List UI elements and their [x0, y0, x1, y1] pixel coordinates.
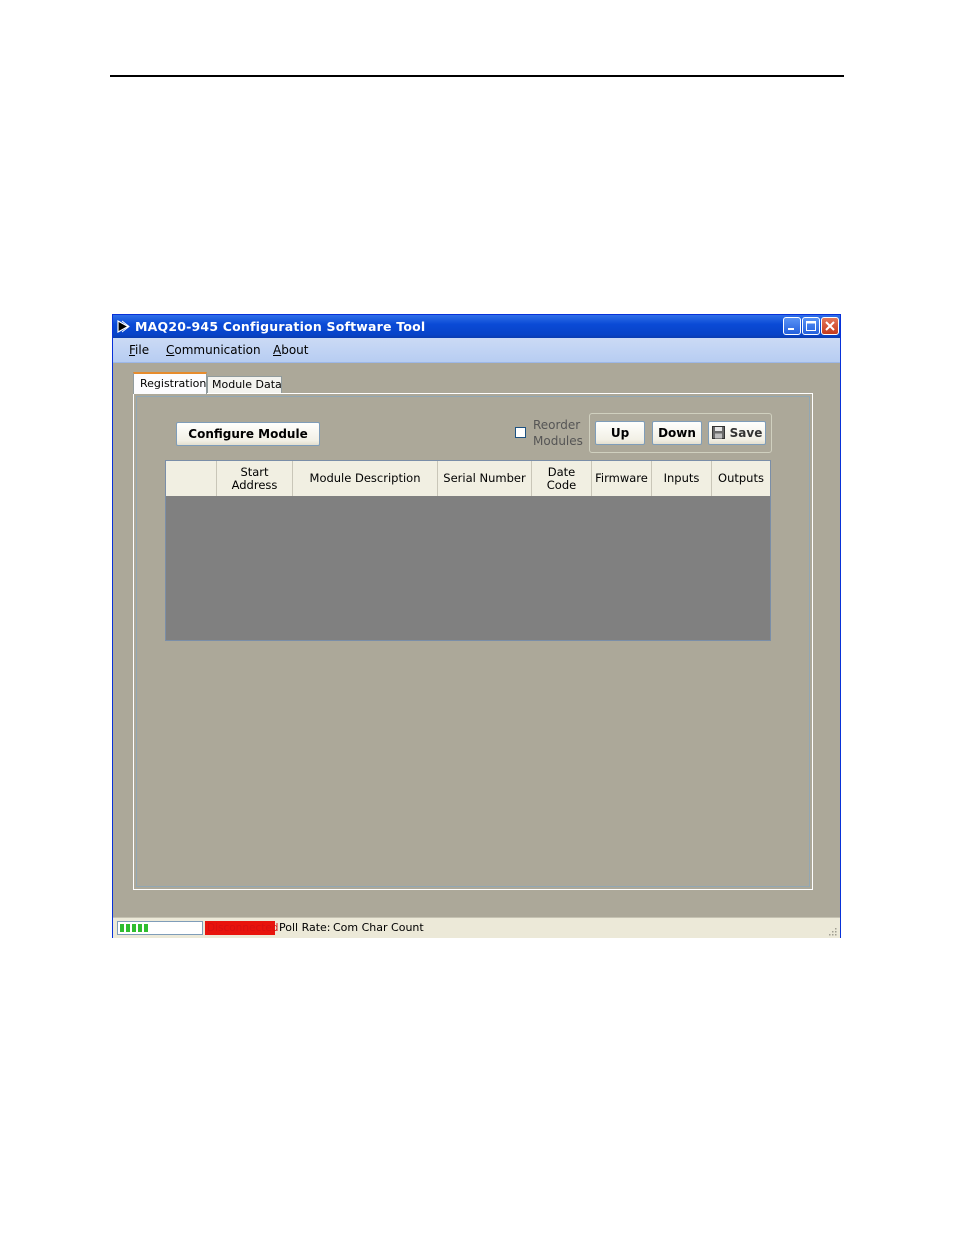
maximize-button[interactable] [802, 317, 820, 335]
close-icon [825, 321, 835, 331]
page-top-rule [110, 75, 844, 77]
app-icon [117, 320, 130, 333]
window-title: MAQ20-945 Configuration Software Tool [135, 319, 426, 334]
poll-rate-label: Poll Rate: [279, 921, 331, 934]
maximize-icon [806, 321, 816, 331]
reorder-modules-label: Reorder Modules [533, 418, 583, 448]
col-serial-number[interactable]: Serial Number [438, 461, 532, 496]
col-outputs[interactable]: Outputs [712, 461, 770, 496]
title-bar[interactable]: MAQ20-945 Configuration Software Tool [113, 315, 840, 338]
down-button[interactable]: Down [652, 421, 702, 445]
save-button[interactable]: Save [708, 421, 766, 445]
minimize-button[interactable] [783, 317, 801, 335]
up-button[interactable]: Up [595, 421, 645, 445]
connection-status: Disconnected [205, 921, 279, 935]
floppy-disk-icon [711, 426, 725, 439]
app-window: MAQ20-945 Configuration Software Tool Fi… [112, 314, 841, 938]
menu-communication[interactable]: Communication [166, 343, 261, 357]
col-start-address[interactable]: Start Address [217, 461, 293, 496]
menu-file[interactable]: File [129, 343, 149, 357]
col-inputs[interactable]: Inputs [652, 461, 712, 496]
menu-bar: File Communication About [113, 338, 840, 363]
row-header-column[interactable] [166, 461, 217, 496]
status-bar: Disconnected Poll Rate: Com Char Count [113, 917, 840, 938]
reorder-modules-checkbox[interactable] [515, 427, 526, 438]
col-firmware[interactable]: Firmware [592, 461, 652, 496]
configure-module-button[interactable]: Configure Module [176, 422, 320, 446]
col-date-code[interactable]: Date Code [532, 461, 592, 496]
modules-grid[interactable]: Start Address Module Description Serial … [165, 460, 771, 641]
col-module-description[interactable]: Module Description [293, 461, 438, 496]
connection-progress-bar [117, 921, 203, 935]
menu-about[interactable]: About [273, 343, 309, 357]
tab-module-data[interactable]: Module Data [207, 376, 282, 394]
resize-grip-icon[interactable] [827, 926, 837, 936]
minimize-icon [788, 328, 794, 330]
com-char-count-label: Com Char Count [333, 921, 424, 934]
tab-registration[interactable]: Registration [133, 372, 207, 394]
close-button[interactable] [821, 317, 839, 335]
grid-header: Start Address Module Description Serial … [166, 461, 770, 496]
grid-body-empty[interactable] [166, 496, 770, 640]
